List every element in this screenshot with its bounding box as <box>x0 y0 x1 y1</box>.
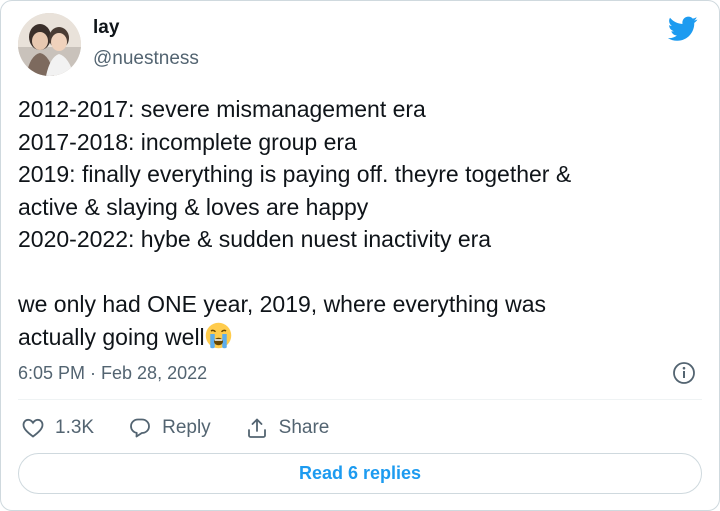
tweet-line: 2020-2022: hybe & sudden nuest inactivit… <box>18 226 492 252</box>
heart-icon <box>22 418 44 438</box>
tweet-line: 2012-2017: severe mismanagement era <box>18 96 426 122</box>
profile-photo-image <box>18 13 81 76</box>
tweet-line-last: actually going well <box>18 321 698 354</box>
read-replies-button[interactable]: Read 6 replies <box>18 453 702 494</box>
info-icon[interactable] <box>672 361 696 385</box>
share-icon <box>247 418 266 438</box>
read-replies-label: Read 6 replies <box>298 463 422 483</box>
avatar[interactable] <box>18 13 81 76</box>
reply-bubble-icon <box>130 418 150 438</box>
display-name[interactable]: lay <box>93 17 119 39</box>
divider <box>18 399 702 400</box>
tweet-line: we only had ONE year, 2019, where everyt… <box>18 291 547 317</box>
tweet-text: 2012-2017: severe mismanagement era 2017… <box>18 93 698 353</box>
tweet-line: 2019: finally everything is paying off. … <box>18 161 572 187</box>
reply-label: Reply <box>162 417 211 438</box>
like-count: 1.3K <box>55 417 95 438</box>
twitter-bird-icon[interactable] <box>668 16 698 42</box>
tweet-timestamp[interactable]: 6:05 PM · Feb 28, 2022 <box>18 363 207 384</box>
tweet-line: active & slaying & loves are happy <box>18 193 369 220</box>
tweet-card: lay @nuestness 2012-2017: severe mismana… <box>0 0 720 511</box>
user-handle[interactable]: @nuestness <box>93 48 199 70</box>
tweet-line: 2017-2018: incomplete group era <box>18 128 357 155</box>
share-button[interactable]: Share <box>245 416 330 440</box>
reply-button[interactable]: Reply <box>128 416 211 440</box>
tweet-line-text: actually going well <box>18 323 205 350</box>
tweet-actions: 1.3K Reply Share <box>21 412 363 444</box>
loudly-crying-face-icon <box>205 322 231 348</box>
share-label: Share <box>278 417 330 438</box>
like-button[interactable]: 1.3K <box>21 416 94 440</box>
